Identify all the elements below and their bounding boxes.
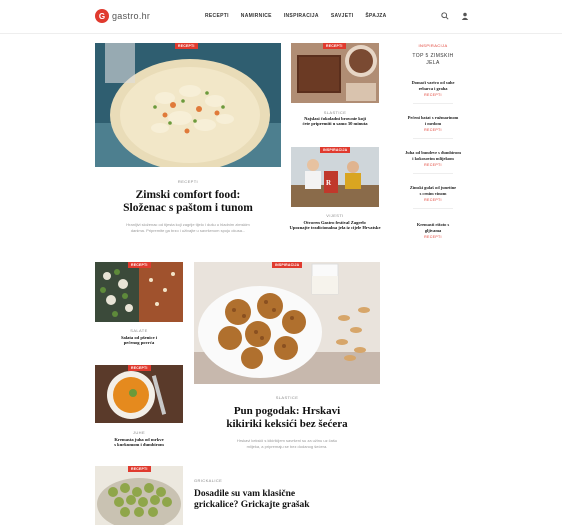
peas-title[interactable]: Dosadile su vam klasične grickalice? Gri… [194,489,380,511]
salad-image[interactable]: RECEPTI [95,262,183,322]
featured-title[interactable]: Zimski comfort food: Složenac s paštom i… [95,189,281,215]
festival-title[interactable]: Otvoren Gastro festival Zagreb: Upoznajt… [286,220,384,231]
salad-title[interactable]: Salata od pšenice i pečenog povrća [90,335,188,346]
sidebar-divider [413,208,453,210]
brownie-image[interactable]: RECEPTI [291,43,379,103]
featured-image[interactable]: RECEPTI [95,43,281,167]
nav-item-namirnice[interactable]: NAMIRNICE [241,13,272,19]
main-nav: RECEPTI NAMIRNICE INSPIRACIJA SAVJETI ŠP… [205,13,387,19]
peas-title-line2[interactable]: grickalice? Grickajte grašak [194,500,380,511]
sidebar-item-category[interactable]: RECEPTI [395,235,471,239]
cookies-category[interactable]: SLASTICE [194,395,380,400]
logo-mark: G [95,9,109,23]
soup-badge[interactable]: RECEPTI [128,365,151,371]
peas-title-line1[interactable]: Dosadile su vam klasične [194,489,380,500]
brownie-title[interactable]: Najslasi čokoladni brownie koji ćete pri… [286,116,384,127]
sidebar-item-title-line2[interactable]: i kokosovim mlijekom [395,156,471,162]
featured-title-line1[interactable]: Zimski comfort food: [95,189,281,202]
sidebar-item-title-line2[interactable]: rebarca i graha [395,86,471,92]
sidebar-item-5[interactable]: Kremasti rižoto s gljivama RECEPTI [395,222,471,239]
sidebar-heading: TOP 5 ZIMSKIH JELA [395,53,471,66]
cookies-excerpt-line2: mlijeka, a pripremaju se bez dodanog šeć… [246,443,328,449]
sidebar-kicker: INSPIRACIJA [418,43,448,48]
sidebar-item-4[interactable]: Zimski gulaš od junetine s crnim vinom RE… [395,185,471,210]
featured-excerpt: Hranljivi složenac od tijesta koji zagri… [103,222,273,233]
nav-item-savjeti[interactable]: SAVJETI [331,13,354,19]
peas-category[interactable]: GRICKALICE [194,478,274,483]
cookies-title-line2[interactable]: kikiriki keksići bez šećera [194,418,380,431]
featured-title-line2[interactable]: Složenac s paštom i tunom [95,202,281,215]
sidebar-item-2[interactable]: Pečeni batat s ružmarinom i medom RECEPTI [395,115,471,140]
logo-text: gastro.hr [112,11,151,21]
sidebar-item-title[interactable]: Juha od bundeve s đumbirom i kokosovim ml… [395,150,471,161]
nav-item-inspiracija[interactable]: INSPIRACIJA [284,13,319,19]
festival-title-line2[interactable]: Upoznajte tradicionalna jela iz cijele H… [286,225,384,230]
sidebar-item-title[interactable]: Domaći varivo od suhe rebarca i graha [395,80,471,91]
salad-category[interactable]: SALATE [95,328,183,333]
site-header: G gastro.hr RECEPTI NAMIRNICE INSPIRACIJ… [0,0,562,34]
site-logo[interactable]: G gastro.hr [95,9,150,23]
sidebar-divider [413,103,453,105]
festival-badge[interactable]: INSPIRACIJA [320,147,351,153]
sidebar-item-title[interactable]: Kremasti rižoto s gljivama [395,222,471,233]
cookies-title[interactable]: Pun pogodak: Hrskavi kikiriki keksići be… [194,405,380,430]
nav-item-spajza[interactable]: ŠPAJZA [365,13,386,19]
sidebar-item-category[interactable]: RECEPTI [395,163,471,167]
sidebar-item-category[interactable]: RECEPTI [395,93,471,97]
festival-image[interactable]: R INSPIRACIJA [291,147,379,207]
peas-badge[interactable]: RECEPTI [128,466,151,472]
brownie-badge[interactable]: RECEPTI [323,43,346,49]
sidebar-item-1[interactable]: Domaći varivo od suhe rebarca i graha REC… [395,80,471,105]
nav-item-recepti[interactable]: RECEPTI [205,13,229,19]
sidebar-item-category[interactable]: RECEPTI [395,198,471,202]
peas-image[interactable]: RECEPTI [95,466,183,525]
sidebar-item-3[interactable]: Juha od bundeve s đumbirom i kokosovim ml… [395,150,471,175]
sidebar-item-title-line2[interactable]: i medom [395,121,471,127]
sidebar-item-title-line2[interactable]: gljivama [395,228,471,234]
sidebar-item-title[interactable]: Zimski gulaš od junetine s crnim vinom [395,185,471,196]
sidebar-item-title-line2[interactable]: s crnim vinom [395,191,471,197]
sidebar-heading-line2: JELA [426,59,440,66]
sidebar-item-title[interactable]: Pečeni batat s ružmarinom i medom [395,115,471,126]
soup-title-line2[interactable]: s kurkumom i đumbirom [90,442,188,447]
brownie-title-line2[interactable]: ćete pripremiti u samo 30 minuta [286,121,384,126]
soup-category[interactable]: JUHE [95,430,183,435]
soup-image[interactable]: RECEPTI [95,365,183,423]
search-icon[interactable] [440,11,450,21]
brownie-category[interactable]: SLASTICE [291,110,379,115]
sidebar-item-title-line1[interactable]: Juha od bundeve s đumbirom [395,150,471,156]
salad-badge[interactable]: RECEPTI [128,262,151,268]
sidebar-divider [413,173,453,175]
festival-category[interactable]: VIJESTI [291,213,379,218]
cookies-badge[interactable]: INSPIRACIJA [272,262,303,268]
cookies-image[interactable]: INSPIRACIJA [194,262,380,384]
cookies-title-line1[interactable]: Pun pogodak: Hrskavi [194,405,380,418]
soup-title[interactable]: Kremasta juha od mrkve s kurkumom i đumb… [90,437,188,448]
sidebar-divider [413,138,453,140]
cookies-excerpt: Hrskavi keksići s kikirikijem savršeni s… [200,438,374,449]
salad-title-line2[interactable]: pečenog povrća [90,340,188,345]
featured-category[interactable]: RECEPTI [95,179,281,184]
featured-excerpt-line2: danima. Pripremite ga brzo i uživajte u … [130,227,246,233]
user-icon[interactable] [460,11,470,21]
featured-excerpt-line1: Hranljivi složenac od tijesta koji zagri… [126,222,250,227]
featured-badge[interactable]: RECEPTI [175,43,198,49]
sidebar-item-category[interactable]: RECEPTI [395,128,471,132]
